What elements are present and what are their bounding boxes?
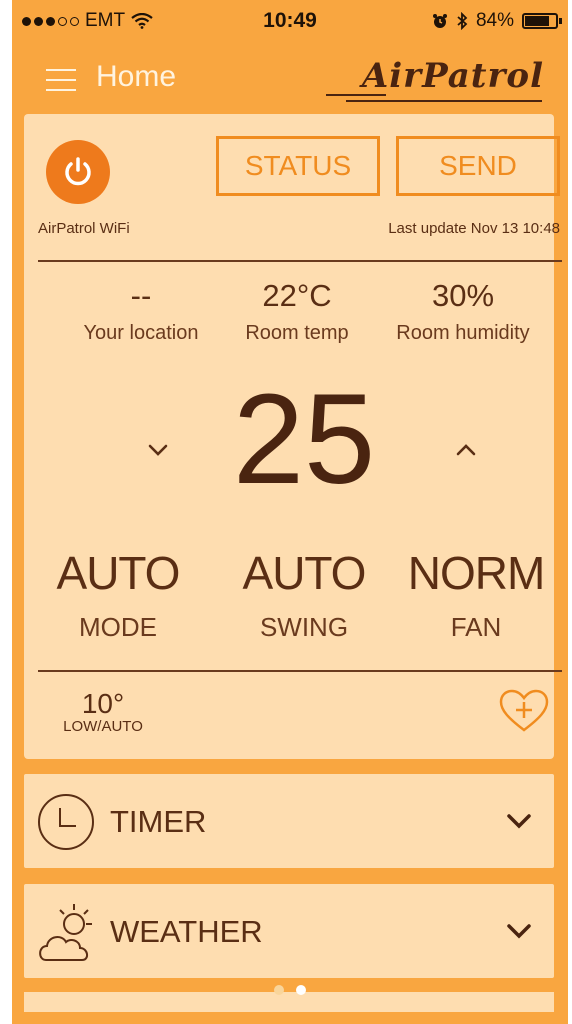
humidity-stat: 30% Room humidity <box>378 278 548 345</box>
chevron-down-icon <box>507 924 531 939</box>
clock-icon <box>38 794 94 850</box>
location-stat: -- Your location <box>56 278 226 345</box>
fan-value: NORM <box>407 547 546 599</box>
fan-label: FAN <box>450 612 502 642</box>
control-panel: STATUS SEND AirPatrol WiFi Last update N… <box>24 114 562 759</box>
last-update: Last update Nov 13 10:48 <box>388 220 560 237</box>
target-temperature: 25 <box>232 368 376 511</box>
swing-label: SWING <box>259 612 349 642</box>
page-dot[interactable] <box>274 985 284 995</box>
sun-cloud-icon <box>39 904 92 961</box>
low-temp-value: 10° <box>81 688 125 719</box>
heart-plus-icon[interactable] <box>498 688 550 734</box>
timer-section[interactable]: TIMER <box>24 774 554 868</box>
location-label: Your location <box>83 322 199 344</box>
humidity-value: 30% <box>431 278 495 313</box>
swing-value: AUTO <box>242 547 367 599</box>
mode-value: AUTO <box>56 547 181 599</box>
status-right: 84% <box>432 10 562 32</box>
weather-label: WEATHER <box>110 914 263 949</box>
status-button[interactable]: STATUS <box>216 136 380 196</box>
page-dot-active[interactable] <box>296 985 306 995</box>
chevron-down-icon <box>507 814 531 829</box>
fan-setting[interactable]: NORM FAN <box>386 546 566 643</box>
menu-icon[interactable] <box>46 69 76 91</box>
status-bar: EMT 10:49 84% <box>12 0 568 44</box>
power-button[interactable] <box>46 140 110 204</box>
app-screen: EMT 10:49 84% Home AirPatrol STATUS SEND… <box>12 0 568 1024</box>
device-name: AirPatrol WiFi <box>38 220 130 237</box>
nav-bar: Home AirPatrol <box>12 44 568 114</box>
page-indicator[interactable] <box>274 985 306 995</box>
mode-label: MODE <box>79 612 157 642</box>
swing-setting[interactable]: AUTO SWING <box>214 546 394 643</box>
power-icon <box>65 157 91 186</box>
next-section-peek <box>24 992 554 1012</box>
low-temp-setting[interactable]: 10° LOW/AUTO <box>58 688 148 736</box>
airpatrol-logo: AirPatrol <box>326 54 556 106</box>
bluetooth-icon <box>457 12 468 30</box>
mode-setting[interactable]: AUTO MODE <box>28 546 208 643</box>
logo-text: AirPatrol <box>361 56 544 96</box>
chevron-up-icon[interactable] <box>446 432 486 468</box>
page-title: Home <box>96 60 177 93</box>
divider <box>38 260 562 262</box>
location-value: -- <box>130 278 152 313</box>
weather-section[interactable]: WEATHER <box>24 884 554 978</box>
room-temp-stat: 22°C Room temp <box>212 278 382 345</box>
chevron-down-icon[interactable] <box>138 432 178 468</box>
battery-icon <box>522 13 562 29</box>
send-button[interactable]: SEND <box>396 136 560 196</box>
room-temp-value: 22°C <box>262 278 332 313</box>
low-temp-label: LOW/AUTO <box>63 718 143 735</box>
alarm-icon <box>432 14 447 28</box>
humidity-label: Room humidity <box>396 322 530 344</box>
timer-label: TIMER <box>110 804 207 839</box>
divider <box>38 670 562 672</box>
room-temp-label: Room temp <box>245 322 349 344</box>
battery-percent: 84% <box>475 10 514 31</box>
